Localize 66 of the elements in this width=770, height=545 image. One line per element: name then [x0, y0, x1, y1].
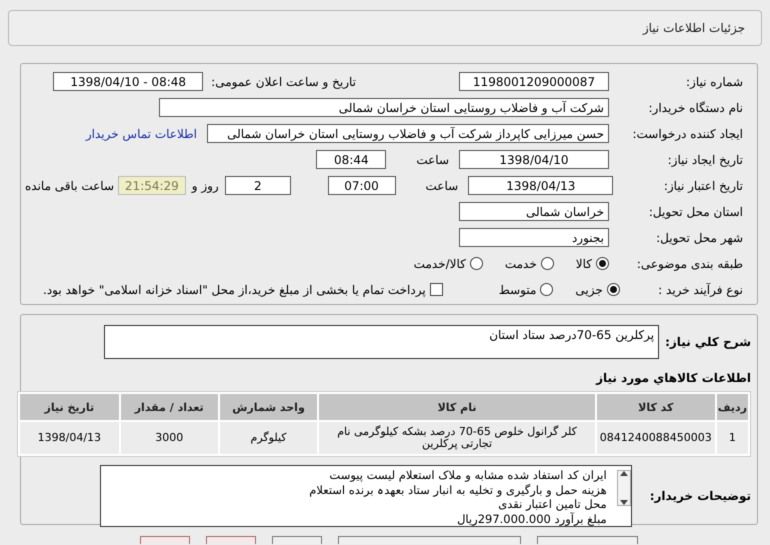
page-button[interactable]: [338, 536, 521, 544]
field-label: تاریخ و ساعت اعلان عمومی:: [210, 74, 357, 88]
radio-button[interactable]: [596, 257, 609, 270]
column-header: ردیف: [716, 394, 748, 420]
city-field: بجنورد: [459, 228, 609, 247]
table-cell: 0841240088450003: [596, 422, 715, 454]
field-label: نام دستگاه خریدار:: [648, 100, 744, 114]
field-label: شماره نیاز:: [685, 74, 744, 88]
notes-field[interactable]: ایران کد استفاد شده مشابه و ملاک استعلام لیست پیوست هزینه حمل و بارگیری و تخلیه به انبار ستاد بعهدہ برنده استعلام محل تامین اعتبار نقدی مبلغ برآورد 297.000.000ریال: [100, 465, 632, 527]
field-label: نوع فرآیند خرید :: [657, 282, 744, 296]
buyer-field: شرکت آب و فاضلاب روستایی استان خراسان شمالی: [159, 98, 609, 117]
summary-label: شرح کلي نياز:: [665, 335, 751, 349]
field-label: ایجاد کننده درخواست:: [631, 126, 744, 140]
page-button[interactable]: [140, 536, 190, 544]
contact-link[interactable]: اطلاعات تماس خریدار: [86, 126, 197, 140]
remaining-time: 21:54:29: [118, 176, 186, 195]
radio-button[interactable]: [606, 283, 620, 296]
time-field: 08:44: [316, 150, 386, 169]
column-header: کد کالا: [596, 394, 715, 420]
field-label: تاریخ ایجاد نیاز:: [666, 152, 744, 166]
option-label: متوسط: [498, 282, 536, 296]
field-label: استان محل تحویل:: [648, 204, 744, 218]
notes-text: ایران کد استفاد شده مشابه و ملاک استعلام لیست پیوست هزینه حمل و بارگیری و تخلیه به انبار ستاد بعهدہ برنده استعلام محل تامین اعتبار نقدی مبلغ برآورد 297.000.000ریال: [308, 468, 608, 526]
page-button[interactable]: [272, 536, 322, 544]
option-label: کالا: [576, 256, 592, 270]
time-label: ساعت: [415, 152, 450, 166]
column-header: نام کالا: [319, 394, 595, 420]
scrollbar[interactable]: [616, 470, 631, 506]
page-button[interactable]: [537, 536, 638, 544]
up-arrow-icon[interactable]: [620, 471, 628, 476]
time-label: ساعت: [424, 178, 460, 192]
radio-button[interactable]: [540, 283, 554, 296]
field-label: تاریخ اعتبار نیاز:: [662, 178, 744, 192]
radio-button[interactable]: [540, 257, 554, 270]
column-header: تعداد / مقدار: [120, 394, 218, 420]
days-field: 2: [224, 176, 291, 195]
page-button[interactable]: [206, 536, 256, 544]
time-field: 07:00: [328, 176, 396, 195]
field-label: شهر محل تحویل:: [655, 230, 744, 244]
page-title: جزئیات اطلاعات نیاز: [642, 21, 745, 35]
checkbox[interactable]: [430, 283, 443, 296]
requester-field: حسن میرزایی کاپرداز شرکت آب و فاضلاب روستایی استان خراسان شمالی: [207, 124, 609, 143]
option-label: جزیی: [575, 282, 603, 296]
checkbox-label: پرداخت تمام یا بخشی از مبلغ خرید،از محل "اسناد خزانه اسلامی" خواهد بود.: [43, 282, 426, 296]
radio-button[interactable]: [470, 257, 483, 270]
remaining-label: ساعت باقی مانده: [24, 178, 116, 192]
column-header: واحد شمارش: [220, 394, 318, 420]
days-label: روز و: [190, 178, 220, 192]
summary-field: پرکلرین 65-70درصد ستاد استان: [104, 325, 660, 359]
table-cell: 1: [716, 422, 748, 454]
table-cell: 1398/04/13: [20, 422, 119, 454]
column-header: تاریخ نیاز: [20, 394, 119, 420]
date-field: 1398/04/10: [459, 150, 609, 169]
down-arrow-icon[interactable]: [620, 500, 628, 505]
date-field: 1398/04/13: [468, 176, 614, 195]
table-cell: کلر گرانول خلوص 65-70 درصد بشکه کیلوگرمی نام تجارتی پرکلرین: [319, 422, 595, 454]
notes-label: توضیحات خریدار:: [650, 489, 751, 503]
announce-date-field: 1398/04/10 - 08:48: [53, 72, 204, 91]
table-cell: کیلوگرم: [220, 422, 318, 454]
option-label: کالا/خدمت: [414, 256, 466, 270]
section-title: اطلاعات كالاهاي مورد نياز: [594, 371, 751, 385]
field-label: طبقه بندی موضوعی:: [636, 256, 744, 270]
table-cell: 3000: [120, 422, 218, 454]
option-label: خدمت: [504, 256, 537, 270]
province-field: خراسان شمالی: [459, 202, 609, 221]
need-number-field: 1198001209000087: [459, 72, 609, 91]
